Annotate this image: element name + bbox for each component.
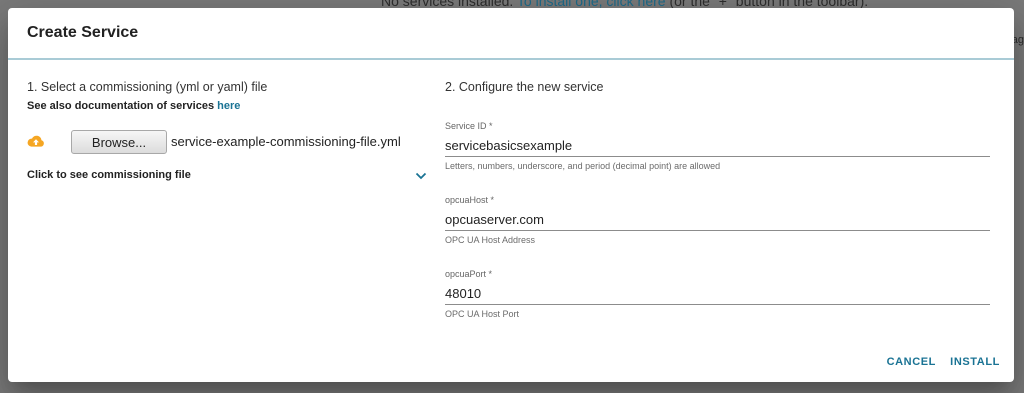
opcua-port-input[interactable] (445, 282, 990, 305)
opcua-port-help: OPC UA Host Port (445, 309, 520, 319)
dialog-actions: CANCEL INSTALL (814, 342, 1014, 382)
service-id-label: Service ID * (445, 121, 493, 131)
expander-label: Click to see commissioning file (27, 169, 191, 181)
service-id-help: Letters, numbers, underscore, and period… (445, 161, 721, 171)
commissioning-file-section: 1. Select a commissioning (yml or yaml) … (27, 80, 427, 181)
install-button[interactable]: INSTALL (950, 350, 1000, 374)
opcua-port-label: opcuaPort * (445, 269, 493, 279)
service-id-input[interactable] (445, 134, 990, 157)
commissioning-file-expander[interactable]: Click to see commissioning file (27, 167, 427, 187)
dialog-title: Create Service (27, 24, 139, 41)
selected-file-name: service-example-commissioning-file.yml (171, 134, 401, 149)
cloud-upload-icon (27, 135, 44, 147)
browse-button[interactable]: Browse... (71, 130, 167, 154)
file-upload-row: Browse... service-example-commissioning-… (27, 130, 427, 154)
configure-section-heading: 2. Configure the new service (445, 80, 604, 94)
cancel-button[interactable]: CANCEL (887, 350, 936, 374)
opcua-host-label: opcuaHost * (445, 195, 495, 205)
dialog-header: Create Service (8, 8, 1014, 60)
documentation-line: See also documentation of services here (27, 100, 427, 112)
opcua-host-input[interactable] (445, 208, 990, 231)
documentation-link[interactable]: here (217, 100, 240, 112)
configure-service-section: 2. Configure the new service Service ID … (445, 80, 990, 319)
opcua-host-help: OPC UA Host Address (445, 235, 536, 245)
documentation-text: See also documentation of services (27, 100, 215, 112)
chevron-down-icon[interactable] (415, 171, 427, 181)
commissioning-section-heading: 1. Select a commissioning (yml or yaml) … (27, 80, 268, 94)
create-service-dialog: Create Service 1. Select a commissioning… (8, 8, 1014, 382)
